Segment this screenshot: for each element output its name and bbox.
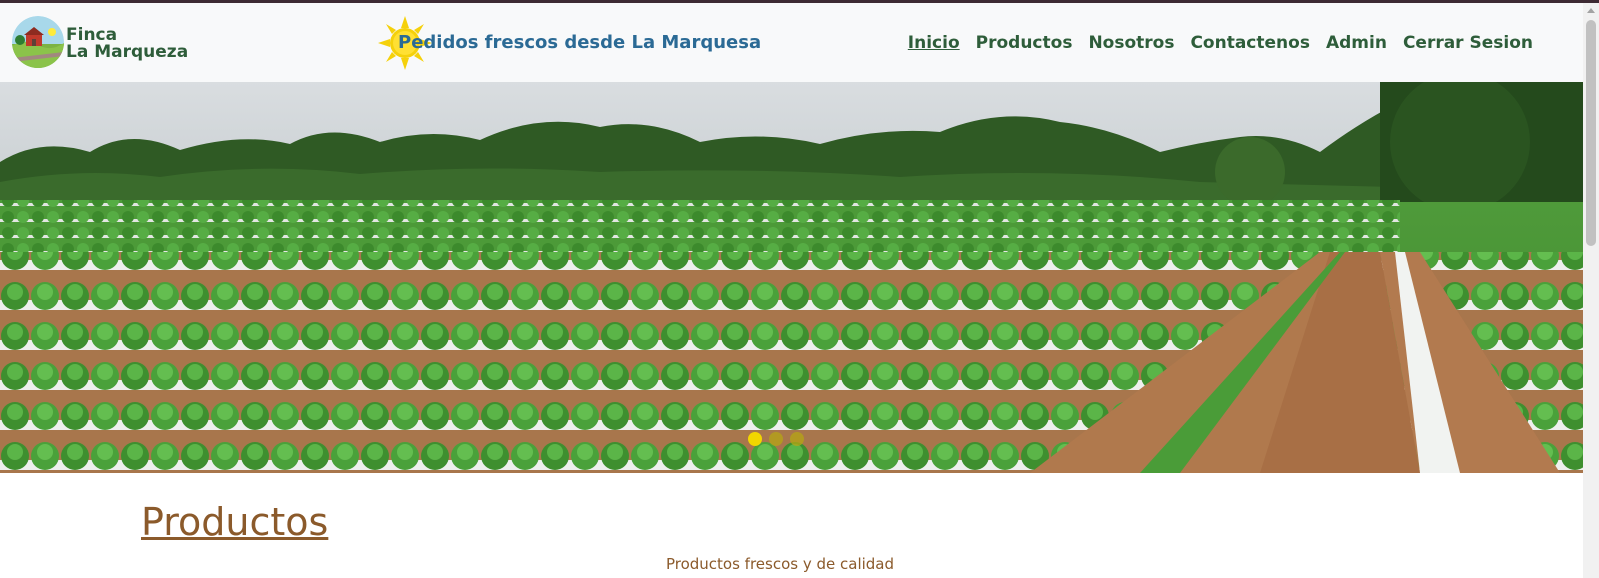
scroll-up-arrow-icon[interactable] — [1587, 8, 1595, 13]
header-tagline: Pedidos frescos desde La Marquesa — [398, 32, 762, 53]
page-scrollbar[interactable] — [1583, 3, 1599, 578]
brand-line-2: La Marqueza — [66, 42, 189, 62]
carousel-indicator-2[interactable] — [769, 432, 783, 446]
nav-menu: Inicio Productos Nosotros Contactenos Ad… — [908, 33, 1533, 53]
farm-logo-icon[interactable] — [12, 16, 64, 68]
nav-item-productos[interactable]: Productos — [976, 33, 1073, 53]
hero-carousel[interactable] — [0, 82, 1583, 473]
carousel-indicators — [748, 432, 804, 446]
hero-image-farm-field — [0, 82, 1583, 473]
navbar: Finca La Marqueza Pedidos frescos desde … — [0, 3, 1583, 82]
nav-item-nosotros[interactable]: Nosotros — [1088, 33, 1174, 53]
nav-item-cerrar-sesion[interactable]: Cerrar Sesion — [1403, 33, 1533, 53]
section-subtitle: Productos frescos y de calidad — [665, 555, 895, 573]
scrollbar-thumb[interactable] — [1586, 20, 1596, 246]
nav-item-admin[interactable]: Admin — [1326, 33, 1387, 53]
nav-item-contactenos[interactable]: Contactenos — [1190, 33, 1310, 53]
carousel-indicator-1[interactable] — [748, 432, 762, 446]
section-title: Productos — [141, 500, 329, 544]
nav-item-inicio[interactable]: Inicio — [908, 33, 960, 53]
brand-name[interactable]: Finca La Marqueza — [66, 27, 188, 61]
carousel-indicator-3[interactable] — [790, 432, 804, 446]
